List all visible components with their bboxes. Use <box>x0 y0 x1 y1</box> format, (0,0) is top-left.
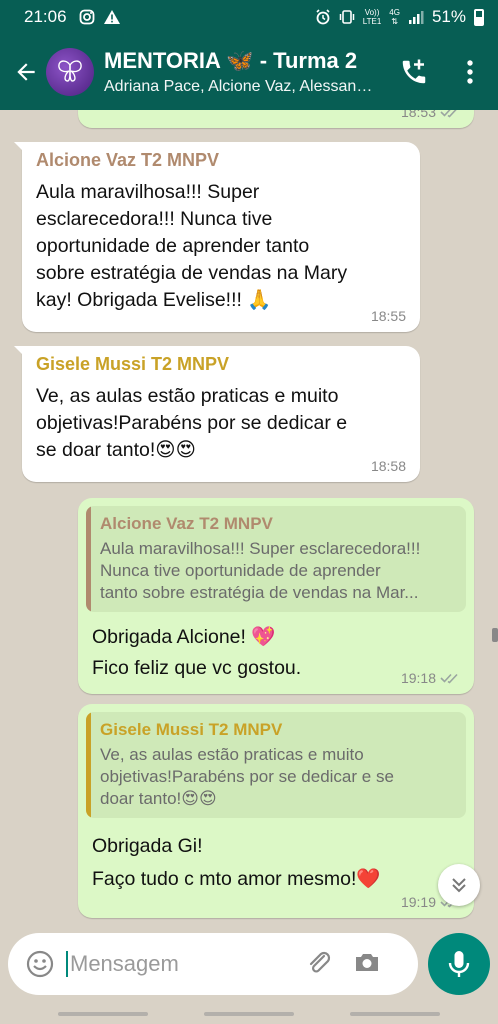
message-meta: 18:55 <box>371 308 406 324</box>
double-chevron-down-icon <box>452 878 466 893</box>
message-meta: 18:58 <box>371 458 406 474</box>
quoted-line: objetivas!Parabéns por se dedicar e se <box>100 767 394 786</box>
battery-percent: 51% <box>431 7 466 26</box>
message-sender[interactable]: Gisele Mussi T2 MNPV <box>36 354 406 375</box>
add-call-button[interactable] <box>394 52 434 92</box>
back-arrow-icon <box>17 63 35 81</box>
message-bubble[interactable]: Alcione Vaz T2 MNPV Aula maravilhosa!!! … <box>14 142 420 332</box>
attach-button[interactable] <box>304 947 334 982</box>
message-time: 18:58 <box>370 458 406 474</box>
volte-indicator: Vo)) LTE1 <box>362 8 382 26</box>
more-options-icon <box>467 60 473 84</box>
back-button[interactable] <box>8 59 44 85</box>
message-line: Aula maravilhosa!!! Super <box>36 181 260 203</box>
message-line: oportunidade de aprender tanto <box>36 235 310 257</box>
quoted-message[interactable]: Gisele Mussi T2 MNPV Ve, as aulas estão … <box>86 712 466 818</box>
voice-message-button[interactable] <box>428 933 490 995</box>
message-line: kay! Obrigada Evelise!!! 🙏 <box>36 289 272 311</box>
message-line: esclarecedora!!! Nunca tive <box>36 208 273 230</box>
add-call-icon <box>402 59 426 84</box>
quoted-sender: Gisele Mussi T2 MNPV <box>100 720 283 739</box>
nav-back-gesture[interactable] <box>58 1012 148 1016</box>
quoted-line: Ve, as aulas estão praticas e muito <box>100 745 364 764</box>
message-bubble[interactable]: 18:53 <box>78 110 474 128</box>
quoted-line: tanto sobre estratégia de vendas na Mar.… <box>100 583 419 602</box>
message-bubble[interactable]: Alcione Vaz T2 MNPV Aula maravilhosa!!! … <box>78 498 474 694</box>
quoted-line: doar tanto!😍😍 <box>100 789 217 808</box>
quoted-sender: Alcione Vaz T2 MNPV <box>100 514 273 533</box>
status-bar: 21:06 Vo)) LTE1 4G ⇅ 51% <box>0 0 498 34</box>
camera-icon <box>356 953 378 971</box>
message-input[interactable] <box>66 951 290 977</box>
quoted-line: Aula maravilhosa!!! Super esclarecedora!… <box>100 539 421 558</box>
quoted-line: Nunca tive oportunidade de aprender <box>100 561 381 580</box>
status-time: 21:06 <box>24 7 67 26</box>
group-members: Adriana Pace, Alcione Vaz, Alessandra... <box>104 78 380 95</box>
group-avatar[interactable] <box>46 48 94 96</box>
group-title: MENTORIA 🦋 - Turma 2 <box>104 48 358 73</box>
message-time: 19:18 <box>400 670 436 686</box>
more-options-button[interactable] <box>450 52 490 92</box>
nav-home-gesture[interactable] <box>204 1012 294 1016</box>
nav-recents-gesture[interactable] <box>350 1012 440 1016</box>
message-sender[interactable]: Alcione Vaz T2 MNPV <box>36 150 406 171</box>
battery-icon <box>474 8 484 26</box>
signal-icon <box>408 11 424 24</box>
quoted-message[interactable]: Alcione Vaz T2 MNPV Aula maravilhosa!!! … <box>86 506 466 612</box>
message-line: se doar tanto!😍😍 <box>36 439 196 461</box>
message-time: 18:55 <box>370 308 406 324</box>
message-line: sobre estratégia de vendas na Mary <box>36 262 348 284</box>
message-time: 19:19 <box>400 894 436 910</box>
message-line: Obrigada Gi! <box>92 835 203 857</box>
chat-header: MENTORIA 🦋 - Turma 2 Adriana Pace, Alcio… <box>0 34 498 110</box>
instagram-icon <box>79 9 94 25</box>
message-bubble[interactable]: Gisele Mussi T2 MNPV Ve, as aulas estão … <box>78 704 474 918</box>
message-line: Faço tudo c mto amor mesmo!❤️ <box>92 868 381 890</box>
emoji-icon <box>26 950 54 978</box>
read-receipt-icon <box>440 110 457 118</box>
read-receipt-icon <box>440 673 458 684</box>
message-list[interactable]: 18:53 Alcione Vaz T2 MNPV Aula maravilho… <box>0 110 498 930</box>
message-meta: 19:18 <box>401 670 460 686</box>
message-line: Ve, as aulas estão praticas e muito <box>36 385 339 407</box>
compose-bar <box>8 933 418 995</box>
microphone-icon <box>448 951 470 977</box>
message-bubble[interactable]: Gisele Mussi T2 MNPV Ve, as aulas estão … <box>14 346 420 482</box>
message-meta: 18:53 <box>401 110 460 120</box>
emoji-button[interactable] <box>14 949 66 979</box>
message-line: objetivas!Parabéns por se dedicar e <box>36 412 348 434</box>
warning-icon <box>103 10 120 24</box>
network-type: 4G ⇅ <box>389 8 400 26</box>
scroll-to-bottom-button[interactable] <box>438 864 480 906</box>
message-time: 18:53 <box>400 110 436 120</box>
alarm-icon <box>316 9 330 25</box>
camera-button[interactable] <box>352 947 382 982</box>
paperclip-icon <box>309 951 331 973</box>
scrollbar-handle[interactable] <box>492 628 498 642</box>
butterfly-icon <box>58 60 82 82</box>
system-nav-bar <box>0 1004 498 1024</box>
vibrate-icon <box>339 10 355 24</box>
message-line: Obrigada Alcione! 💖 <box>92 626 276 648</box>
chat-title-area[interactable]: MENTORIA 🦋 - Turma 2 Adriana Pace, Alcio… <box>104 48 380 96</box>
